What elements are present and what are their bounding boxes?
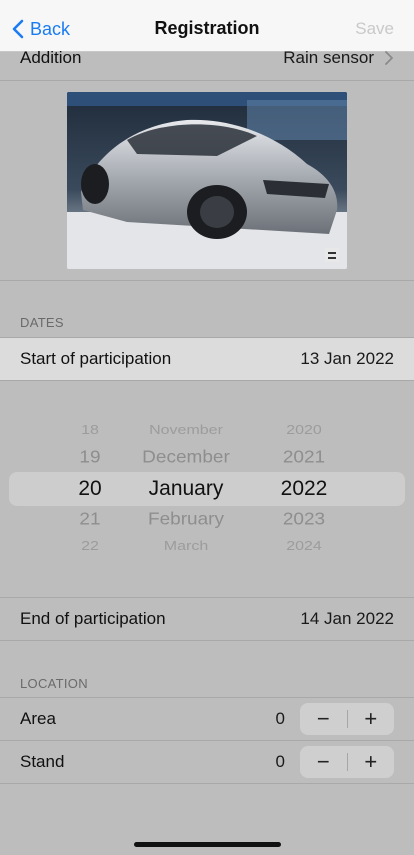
area-value: 0	[275, 709, 285, 728]
car-photo[interactable]	[67, 92, 347, 269]
selected-month-option[interactable]: January	[120, 476, 252, 501]
year-wheel[interactable]: 2019 2020 2021 2022 2023 2024 2025	[256, 381, 352, 597]
stand-value: 0	[275, 751, 285, 771]
chevron-right-icon	[385, 51, 393, 65]
day-option[interactable]: 21	[60, 510, 120, 531]
area-row: Area 0 − +	[0, 697, 414, 741]
year-option[interactable]: 2019	[256, 407, 352, 416]
divider	[0, 280, 414, 281]
addition-value: Rain sensor	[283, 48, 374, 67]
year-option[interactable]: 2020	[256, 423, 352, 438]
location-section-header: LOCATION	[20, 676, 88, 691]
month-option[interactable]: November	[120, 423, 252, 438]
selected-day-option[interactable]: 20	[60, 476, 120, 501]
month-option[interactable]: February	[120, 510, 252, 531]
year-option[interactable]: 2021	[256, 448, 352, 469]
end-of-participation-row[interactable]: End of participation 14 Jan 2022	[0, 597, 414, 641]
day-option[interactable]: 18	[60, 423, 120, 438]
end-label: End of participation	[20, 609, 166, 628]
start-of-participation-row[interactable]: Start of participation 13 Jan 2022	[0, 337, 414, 381]
stand-row: Stand 0 − +	[0, 740, 414, 784]
day-option[interactable]: 17	[60, 407, 120, 416]
month-option[interactable]: October	[120, 407, 252, 416]
stand-increment-button[interactable]: +	[348, 746, 395, 778]
addition-label: Addition	[20, 48, 82, 67]
day-option[interactable]: 22	[60, 539, 120, 554]
day-wheel[interactable]: 17 18 19 20 21 22 23	[60, 381, 120, 597]
year-option[interactable]: 2025	[256, 563, 352, 572]
area-increment-button[interactable]: +	[348, 703, 395, 735]
area-decrement-button[interactable]: −	[300, 703, 347, 735]
dates-section-header: DATES	[20, 315, 64, 330]
area-stepper[interactable]: − +	[300, 703, 394, 735]
month-wheel[interactable]: October November December January February Ma…	[120, 381, 252, 597]
month-option[interactable]: December	[120, 448, 252, 469]
start-value: 13 Jan 2022	[300, 349, 394, 368]
selected-year-option[interactable]: 2022	[256, 476, 352, 501]
home-indicator	[134, 842, 281, 847]
day-option[interactable]: 23	[60, 563, 120, 572]
year-option[interactable]: 2023	[256, 510, 352, 531]
addition-row[interactable]: Addition Rain sensor	[0, 36, 414, 81]
area-label: Area	[20, 709, 56, 728]
month-option[interactable]: April	[120, 563, 252, 572]
year-option[interactable]: 2024	[256, 539, 352, 554]
stand-decrement-button[interactable]: −	[300, 746, 347, 778]
start-label: Start of participation	[20, 349, 172, 368]
stand-label: Stand	[20, 751, 65, 771]
stand-stepper[interactable]: − +	[300, 745, 395, 778]
month-option[interactable]: March	[120, 539, 252, 554]
day-option[interactable]: 19	[60, 448, 120, 469]
end-value: 14 Jan 2022	[300, 609, 394, 628]
